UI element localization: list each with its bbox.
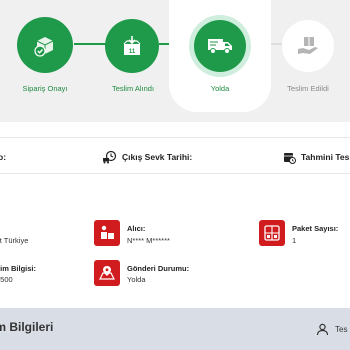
date-item-estimated: Tahmini Tesli <box>282 138 350 175</box>
step-circle <box>194 20 246 72</box>
step-circle: 11 <box>105 19 159 73</box>
package-clock-icon <box>284 152 296 164</box>
step-circle <box>17 17 73 73</box>
delivery-info-header[interactable]: im Bilgileri Tes <box>0 308 350 350</box>
contact-value: 3500 <box>0 275 13 284</box>
step-label: Sipariş Onayı <box>22 84 68 93</box>
box-check-icon <box>34 37 54 57</box>
ship-date-label: Çıkış Sevk Tarihi: <box>122 151 193 162</box>
user-icon <box>316 323 329 336</box>
hand-package-icon <box>298 37 318 54</box>
delivery-person-label: Tes <box>335 325 348 334</box>
estimated-delivery-label: Tahmini Tesli <box>301 151 350 162</box>
map-pin-icon <box>99 266 115 280</box>
package-count-value: 1 <box>292 236 297 245</box>
clock-truck-icon <box>103 150 117 163</box>
svg-text:11: 11 <box>129 49 136 55</box>
shipment-info-section: ri kt Türkiye Alıcı: N**** M****** Paket… <box>0 174 350 308</box>
sender-value: kt Türkiye <box>0 236 29 245</box>
package-received-icon: 11 <box>123 36 141 55</box>
step-label: Yolda <box>210 84 230 93</box>
package-count-icon-box <box>259 220 285 246</box>
receiver-value: N**** M****** <box>127 236 170 245</box>
section-title: im Bilgileri <box>0 320 54 334</box>
shipment-tracker: Sipariş Onayı 11 Teslim Alındı Yolda Tes… <box>0 0 350 122</box>
progress-line-1 <box>74 43 107 45</box>
status-value: Yolda <box>127 275 146 284</box>
person-box-icon <box>101 225 114 239</box>
step-label: Teslim Alındı <box>111 84 155 93</box>
shipment-dates-bar: o: Çıkış Sevk Tarihi: Tahmini Tesli <box>0 137 350 174</box>
contact-label: şim Bilgisi: <box>0 264 37 273</box>
step-circle <box>282 20 334 72</box>
boxes-icon <box>264 225 280 241</box>
package-count-label: Paket Sayısı: <box>292 224 339 233</box>
status-label: Gönderi Durumu: <box>127 264 190 273</box>
date-label: o: <box>0 151 7 162</box>
delivery-person-link[interactable]: Tes <box>316 323 347 336</box>
step-label: Teslim Edildi <box>287 84 329 93</box>
date-item-ship: Çıkış Sevk Tarihi: <box>102 138 192 175</box>
delivery-truck-icon <box>208 39 232 54</box>
receiver-label: Alıcı: <box>127 224 146 233</box>
receiver-icon-box <box>94 220 120 246</box>
date-item-first: o: <box>0 138 6 175</box>
status-icon-box <box>94 260 120 286</box>
